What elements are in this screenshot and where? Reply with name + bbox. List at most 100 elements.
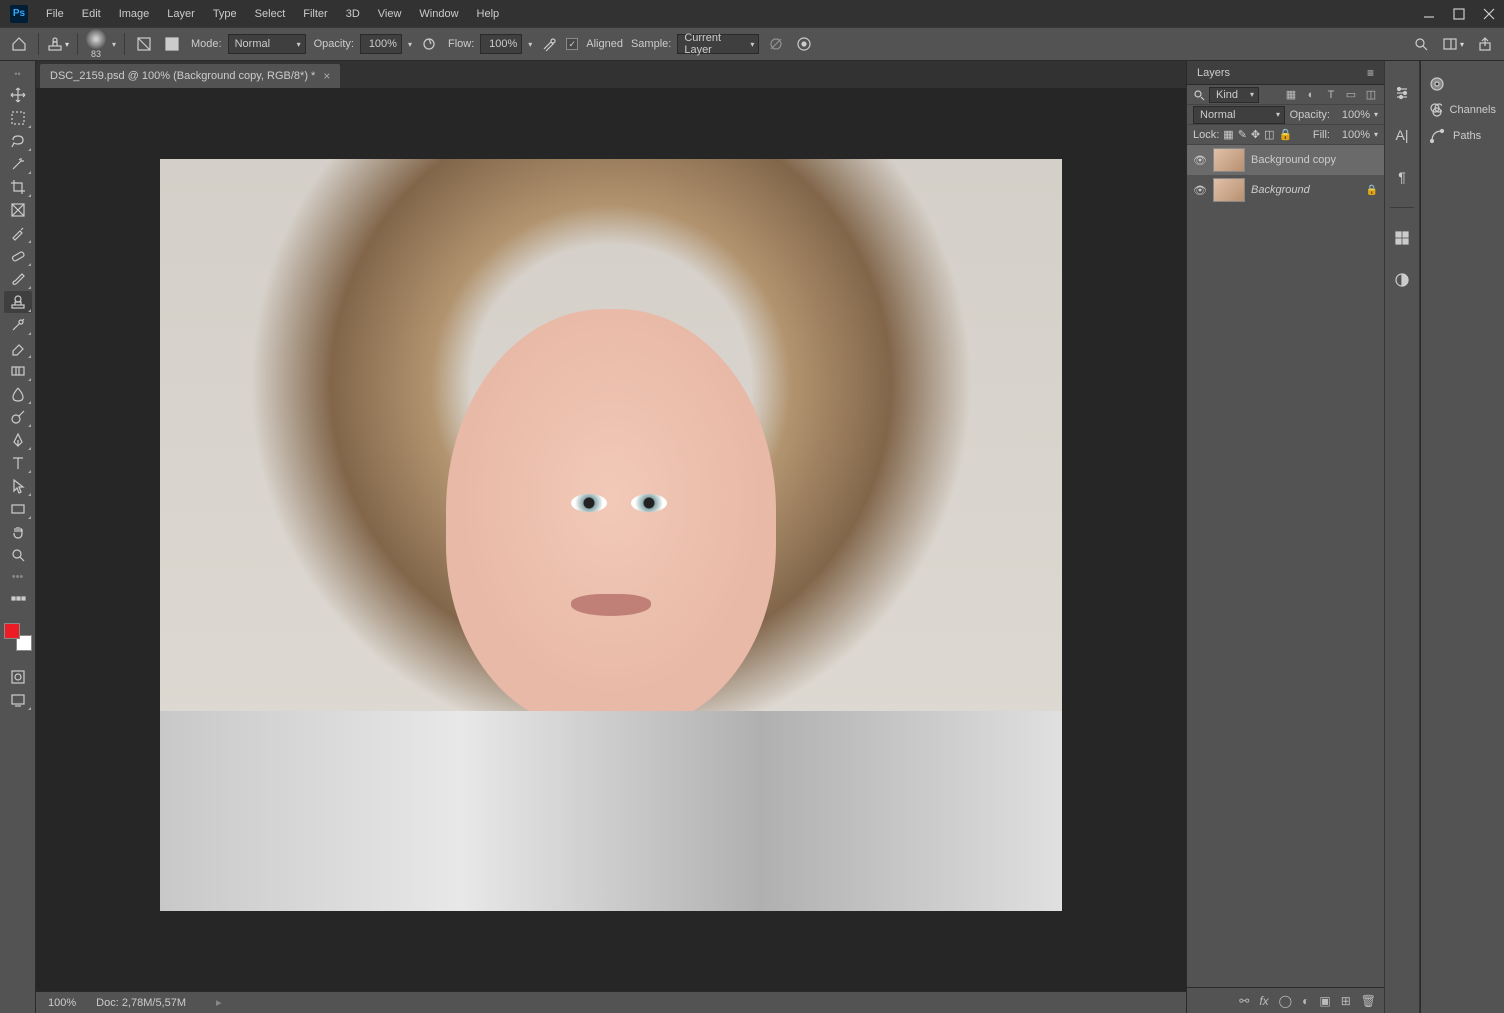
- search-button[interactable]: [1410, 33, 1432, 55]
- paths-panel-button[interactable]: Paths: [1421, 123, 1504, 149]
- menu-select[interactable]: Select: [247, 4, 294, 24]
- rectangle-tool[interactable]: [4, 498, 32, 520]
- home-button[interactable]: [8, 33, 30, 55]
- menu-type[interactable]: Type: [205, 4, 245, 24]
- quick-selection-tool[interactable]: [4, 153, 32, 175]
- marquee-tool[interactable]: [4, 107, 32, 129]
- move-tool[interactable]: [4, 84, 32, 106]
- filter-kind-select[interactable]: Kind: [1209, 87, 1259, 103]
- clone-stamp-tool[interactable]: [4, 291, 32, 313]
- color-panel-button[interactable]: [1421, 71, 1504, 97]
- healing-brush-tool[interactable]: [4, 245, 32, 267]
- layer-name[interactable]: Background: [1251, 184, 1310, 196]
- clone-source-panel[interactable]: [161, 33, 183, 55]
- group-button[interactable]: ▣: [1319, 994, 1330, 1008]
- maximize-button[interactable]: [1444, 0, 1474, 27]
- layer-thumbnail[interactable]: [1213, 178, 1245, 202]
- flow-input[interactable]: 100%: [480, 34, 522, 54]
- history-brush-tool[interactable]: [4, 314, 32, 336]
- airbrush-button[interactable]: [538, 33, 560, 55]
- canvas[interactable]: [160, 159, 1062, 911]
- menu-layer[interactable]: Layer: [159, 4, 203, 24]
- flow-dropdown-icon[interactable]: ▾: [528, 40, 532, 49]
- filter-shape-icon[interactable]: ▭: [1344, 88, 1358, 102]
- quick-mask-button[interactable]: [4, 666, 32, 688]
- blend-mode-select[interactable]: Normal: [228, 34, 306, 54]
- gradient-tool[interactable]: [4, 360, 32, 382]
- screen-mode-button[interactable]: [4, 689, 32, 711]
- character-panel-icon[interactable]: A|: [1390, 123, 1414, 147]
- layer-opacity-input[interactable]: [1334, 109, 1370, 121]
- canvas-area[interactable]: [36, 88, 1186, 991]
- menu-file[interactable]: File: [38, 4, 72, 24]
- adjustments-panel-icon[interactable]: [1390, 268, 1414, 292]
- hand-tool[interactable]: [4, 521, 32, 543]
- tool-preset-picker[interactable]: ▾: [47, 33, 69, 55]
- properties-panel-icon[interactable]: [1390, 81, 1414, 105]
- new-layer-button[interactable]: ⊞: [1341, 994, 1351, 1008]
- filter-type-icon[interactable]: T: [1324, 88, 1338, 102]
- status-more-icon[interactable]: ▸: [216, 996, 222, 1009]
- crop-tool[interactable]: [4, 176, 32, 198]
- layer-style-button[interactable]: fx: [1259, 994, 1268, 1008]
- layers-panel-tab[interactable]: Layers ≡: [1187, 61, 1384, 85]
- opacity-input[interactable]: 100%: [360, 34, 402, 54]
- pressure-size-button[interactable]: [793, 33, 815, 55]
- path-selection-tool[interactable]: [4, 475, 32, 497]
- filter-smart-icon[interactable]: ◫: [1364, 88, 1378, 102]
- menu-3d[interactable]: 3D: [338, 4, 368, 24]
- layer-blend-mode-select[interactable]: Normal: [1193, 106, 1285, 124]
- lock-brush-icon[interactable]: ✎: [1238, 128, 1247, 141]
- swatches-panel-icon[interactable]: [1390, 226, 1414, 250]
- eyedropper-tool[interactable]: [4, 222, 32, 244]
- paragraph-panel-icon[interactable]: ¶: [1390, 165, 1414, 189]
- menu-window[interactable]: Window: [411, 4, 466, 24]
- layer-mask-button[interactable]: ◯: [1279, 994, 1292, 1008]
- edit-toolbar[interactable]: [4, 588, 32, 610]
- fill-input[interactable]: [1334, 129, 1370, 141]
- brush-preset-picker[interactable]: 83: [86, 29, 106, 59]
- ignore-adjustment-button[interactable]: [765, 33, 787, 55]
- lock-artboard-icon[interactable]: ◫: [1264, 128, 1274, 141]
- filter-adjustment-icon[interactable]: ◐: [1304, 88, 1318, 102]
- minimize-button[interactable]: [1414, 0, 1444, 27]
- zoom-level[interactable]: 100%: [48, 997, 76, 1009]
- tab-close-button[interactable]: ×: [323, 69, 330, 83]
- document-tab[interactable]: DSC_2159.psd @ 100% (Background copy, RG…: [40, 64, 340, 88]
- lock-position-icon[interactable]: ✥: [1251, 128, 1260, 141]
- toolbar-more[interactable]: •••: [12, 571, 24, 583]
- layer-item[interactable]: 👁 Background 🔒: [1187, 175, 1384, 205]
- layer-name[interactable]: Background copy: [1251, 154, 1336, 166]
- brush-panel-toggle[interactable]: [133, 33, 155, 55]
- filter-pixel-icon[interactable]: ▦: [1284, 88, 1298, 102]
- layer-item[interactable]: 👁 Background copy: [1187, 145, 1384, 175]
- adjustment-layer-button[interactable]: ◐: [1302, 994, 1309, 1008]
- delete-layer-button[interactable]: 🗑: [1361, 994, 1376, 1008]
- close-button[interactable]: [1474, 0, 1504, 27]
- share-button[interactable]: [1474, 33, 1496, 55]
- workspace-switcher[interactable]: ▾: [1442, 33, 1464, 55]
- menu-edit[interactable]: Edit: [74, 4, 109, 24]
- lasso-tool[interactable]: [4, 130, 32, 152]
- foreground-color[interactable]: [4, 623, 20, 639]
- menu-view[interactable]: View: [370, 4, 410, 24]
- type-tool[interactable]: [4, 452, 32, 474]
- brush-tool[interactable]: [4, 268, 32, 290]
- lock-transparency-icon[interactable]: ▦: [1223, 128, 1233, 141]
- fill-dropdown-icon[interactable]: ▾: [1374, 130, 1378, 139]
- opacity-dropdown-icon[interactable]: ▾: [1374, 110, 1378, 119]
- menu-filter[interactable]: Filter: [295, 4, 335, 24]
- lock-all-icon[interactable]: 🔒: [1279, 128, 1293, 141]
- visibility-toggle[interactable]: 👁: [1193, 184, 1207, 197]
- eraser-tool[interactable]: [4, 337, 32, 359]
- channels-panel-button[interactable]: Channels: [1421, 97, 1504, 123]
- dodge-tool[interactable]: [4, 406, 32, 428]
- aligned-checkbox[interactable]: [566, 38, 578, 50]
- menu-help[interactable]: Help: [469, 4, 508, 24]
- sample-select[interactable]: Current Layer: [677, 34, 759, 54]
- doc-info[interactable]: Doc: 2,78M/5,57M: [96, 997, 186, 1009]
- toolbar-grip[interactable]: ••: [14, 69, 20, 79]
- link-layers-button[interactable]: ⚯: [1239, 994, 1249, 1008]
- app-logo[interactable]: Ps: [10, 5, 28, 23]
- menu-image[interactable]: Image: [111, 4, 158, 24]
